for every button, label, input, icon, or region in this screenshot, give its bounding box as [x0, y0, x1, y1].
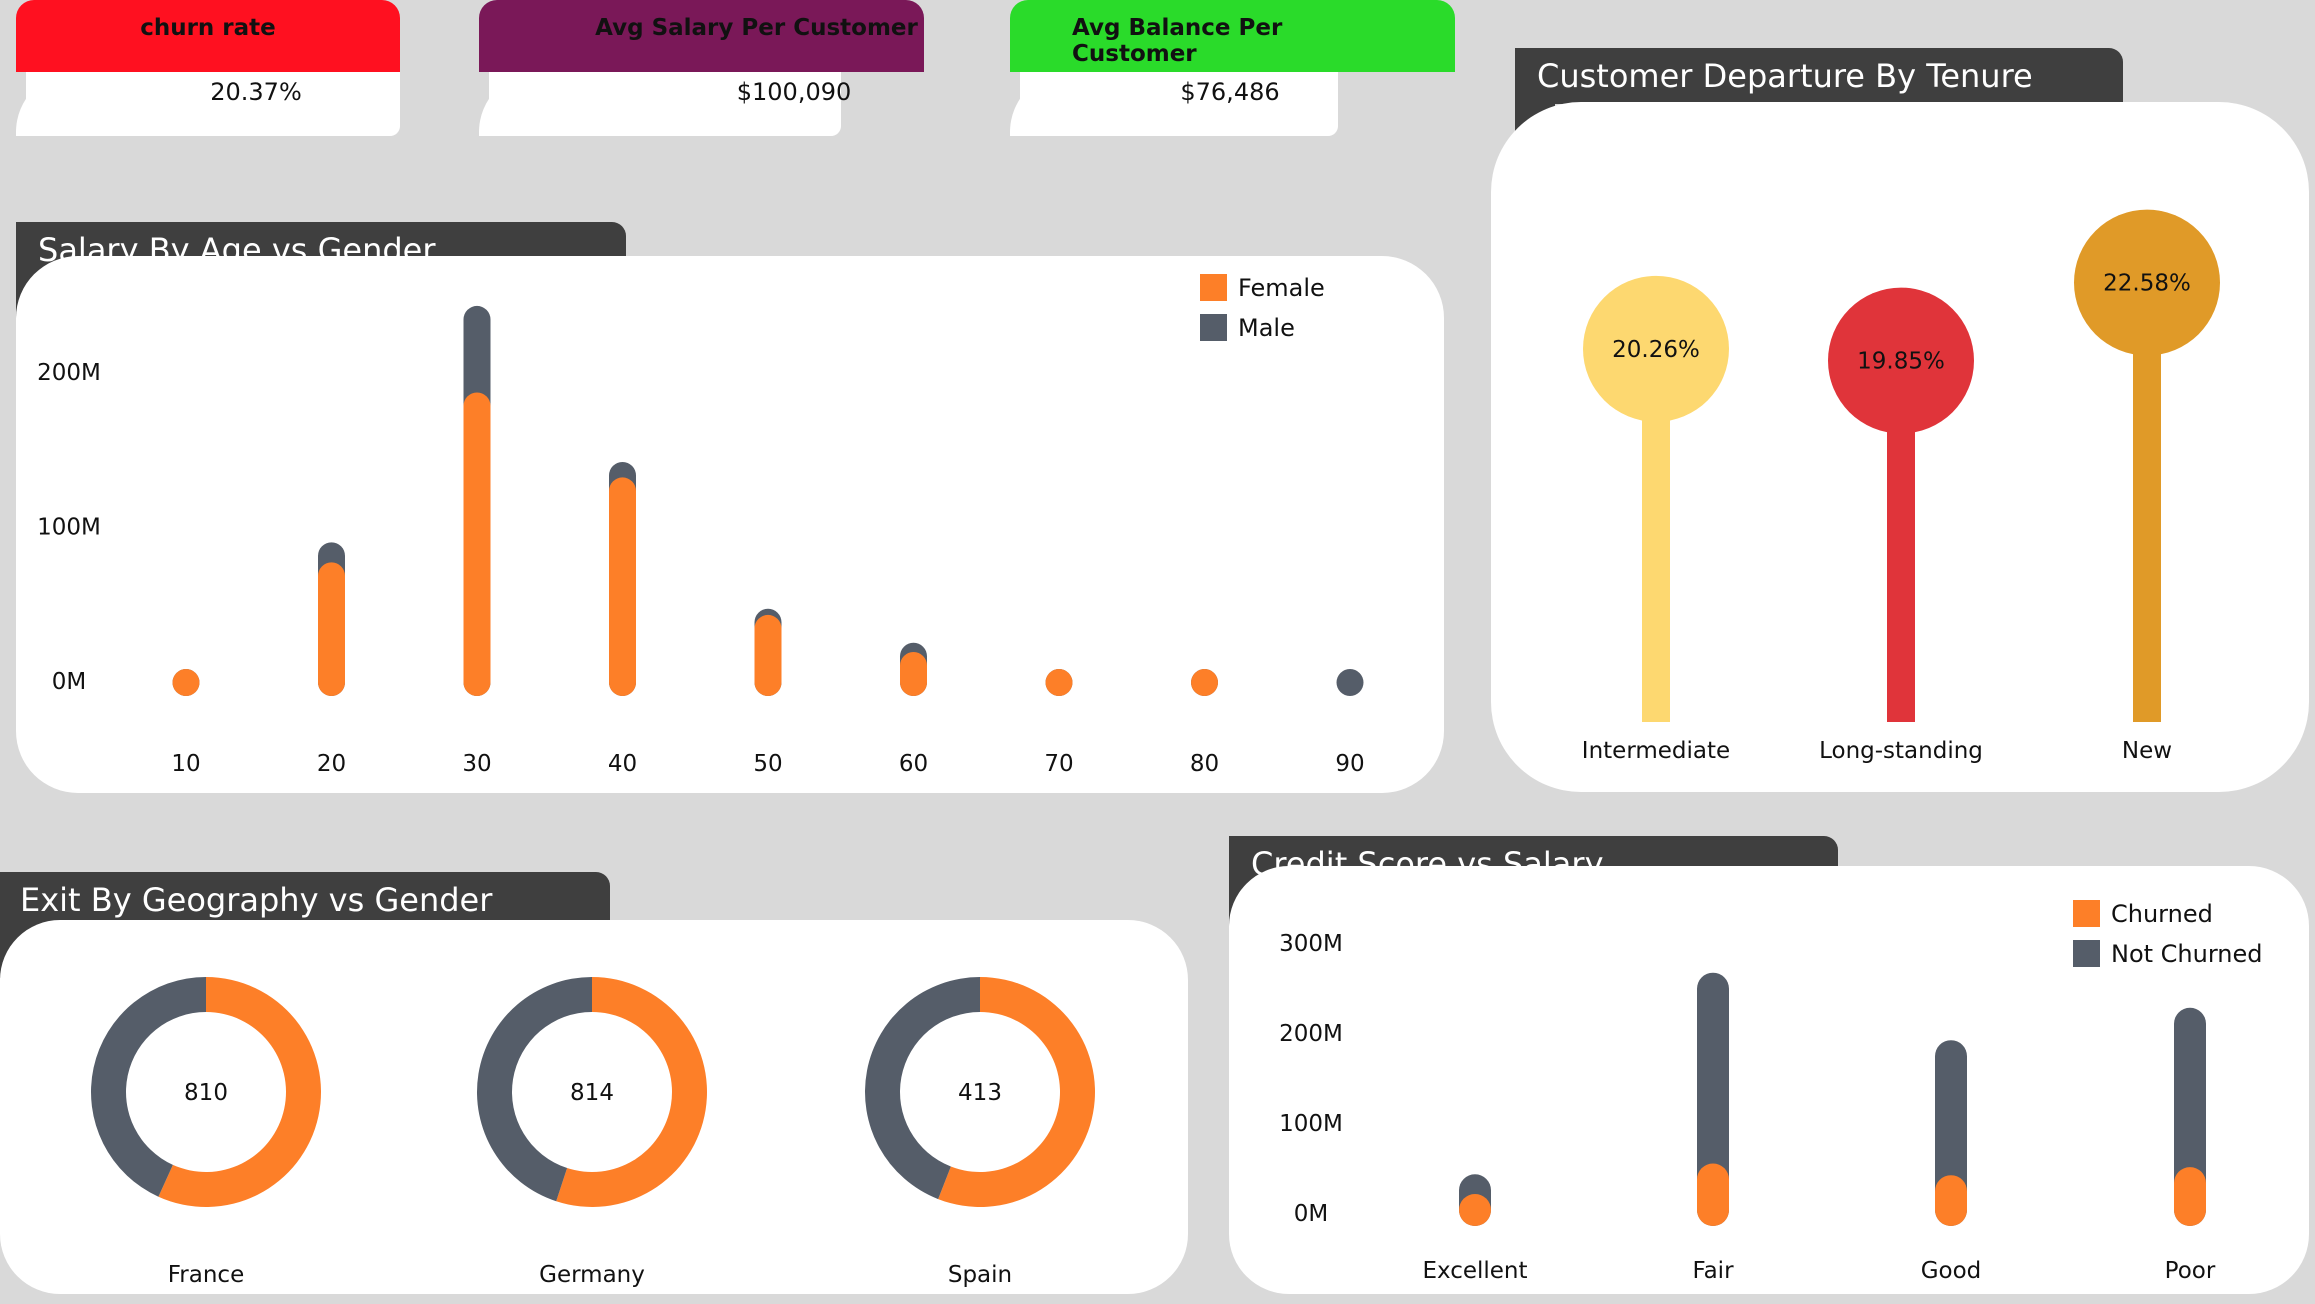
donut-center-label: 814	[570, 1080, 614, 1106]
geography-chart: 810 France 814 Germany 413 Spain	[91, 977, 1095, 1288]
x-tick-label: Long-standing	[1819, 738, 1983, 764]
x-tick-label: 10	[171, 751, 200, 777]
donut-center-label: 413	[958, 1080, 1002, 1106]
donut-category-label: Germany	[539, 1262, 645, 1288]
kpi-label: Avg Balance Per Customer	[1072, 15, 1283, 67]
x-tick-label: Fair	[1692, 1258, 1734, 1284]
kpi-band: churn rate	[16, 0, 400, 72]
lollipop-value-label: 22.58%	[2103, 271, 2191, 297]
departure-chart: 20.26% Intermediate 19.85% Long-standing 22.…	[1582, 209, 2220, 764]
x-tick-label: 20	[317, 751, 346, 777]
kpi-label: Avg Salary Per Customer	[595, 15, 918, 41]
donut-center-label: 810	[184, 1080, 228, 1106]
kpi-value: $76,486	[1180, 78, 1280, 106]
bar-female	[609, 477, 636, 696]
bar-churned	[2174, 1167, 2206, 1226]
kpi-band: Avg Balance Per Customer	[1010, 0, 1455, 72]
y-tick-label: 0M	[1294, 1201, 1328, 1227]
credit-chart: 0M 100M 200M 300M Excellent Fair Good Poor	[1279, 931, 2216, 1284]
kpi-value: 20.37%	[210, 78, 302, 106]
legend-label-male: Male	[1238, 314, 1295, 342]
kpi-avg-salary: Avg Salary Per Customer $100,090	[479, 0, 924, 136]
x-tick-label: 70	[1044, 751, 1073, 777]
legend-item-female: Female	[1200, 274, 1325, 302]
departure-chart-panel: 20.26% Intermediate 19.85% Long-standing 22.…	[1491, 102, 2309, 792]
donut-category-label: Spain	[948, 1262, 1012, 1288]
legend-swatch-male	[1200, 314, 1227, 341]
bar-female	[1045, 669, 1073, 696]
legend-item-churned: Churned	[2073, 900, 2213, 928]
x-tick-label: Poor	[2165, 1258, 2216, 1284]
bar-churned	[1459, 1194, 1491, 1226]
salary-age-chart-panel: 0M 100M 200M 10 20 30 40 50 60 70 80 90 Female Male	[16, 256, 1444, 793]
kpi-churn-rate: churn rate 20.37%	[16, 0, 400, 136]
legend-item-male: Male	[1200, 314, 1295, 342]
x-tick-label: Excellent	[1422, 1258, 1527, 1284]
y-tick-label: 200M	[1279, 1021, 1343, 1047]
kpi-label: churn rate	[140, 15, 276, 41]
x-tick-label: 60	[899, 751, 928, 777]
legend-swatch-not-churned	[2073, 940, 2100, 967]
credit-chart-panel: 0M 100M 200M 300M Excellent Fair Good Poor Chur…	[1229, 866, 2309, 1294]
kpi-avg-balance: Avg Balance Per Customer $76,486	[1010, 0, 1455, 136]
y-tick-label: 300M	[1279, 931, 1343, 957]
legend-item-not-churned: Not Churned	[2073, 940, 2263, 968]
x-tick-label: 80	[1190, 751, 1219, 777]
lollipop-value-label: 20.26%	[1612, 337, 1700, 363]
donut-category-label: France	[168, 1262, 244, 1288]
bar-female	[1191, 669, 1218, 696]
kpi-band: Avg Salary Per Customer	[479, 0, 924, 72]
x-tick-label: 40	[608, 751, 637, 777]
x-tick-label: 30	[462, 751, 491, 777]
kpi-corner	[479, 72, 539, 136]
x-tick-label: 90	[1335, 751, 1364, 777]
x-tick-label: New	[2122, 738, 2172, 764]
bar-churned	[1935, 1175, 1967, 1226]
y-tick-label: 200M	[37, 360, 101, 386]
kpi-value: $100,090	[736, 78, 852, 106]
departure-title: Customer Departure By Tenure	[1537, 57, 2033, 95]
bar-female	[900, 652, 927, 696]
bar-male	[1336, 669, 1364, 696]
y-tick-label: 100M	[1279, 1111, 1343, 1137]
departure-title-tab: Customer Departure By Tenure	[1515, 48, 2123, 154]
y-tick-label: 100M	[37, 515, 101, 541]
geography-title: Exit By Geography vs Gender	[20, 881, 493, 919]
bar-female	[172, 669, 200, 696]
kpi-corner	[1010, 72, 1070, 136]
bar-female	[463, 392, 491, 696]
legend-label-female: Female	[1238, 274, 1325, 302]
legend-swatch-female	[1200, 274, 1227, 301]
legend-label-not-churned: Not Churned	[2111, 940, 2263, 968]
x-tick-label: Good	[1921, 1258, 1982, 1284]
x-tick-label: 50	[753, 751, 782, 777]
lollipop-value-label: 19.85%	[1857, 349, 1945, 375]
geography-chart-panel: 810 France 814 Germany 413 Spain	[0, 920, 1188, 1294]
bar-churned	[1697, 1163, 1729, 1226]
x-tick-label: Intermediate	[1582, 738, 1730, 764]
y-tick-label: 0M	[52, 669, 86, 695]
bar-female	[754, 614, 782, 696]
legend-label-churned: Churned	[2111, 900, 2213, 928]
legend-swatch-churned	[2073, 900, 2100, 927]
bar-female	[318, 562, 345, 696]
